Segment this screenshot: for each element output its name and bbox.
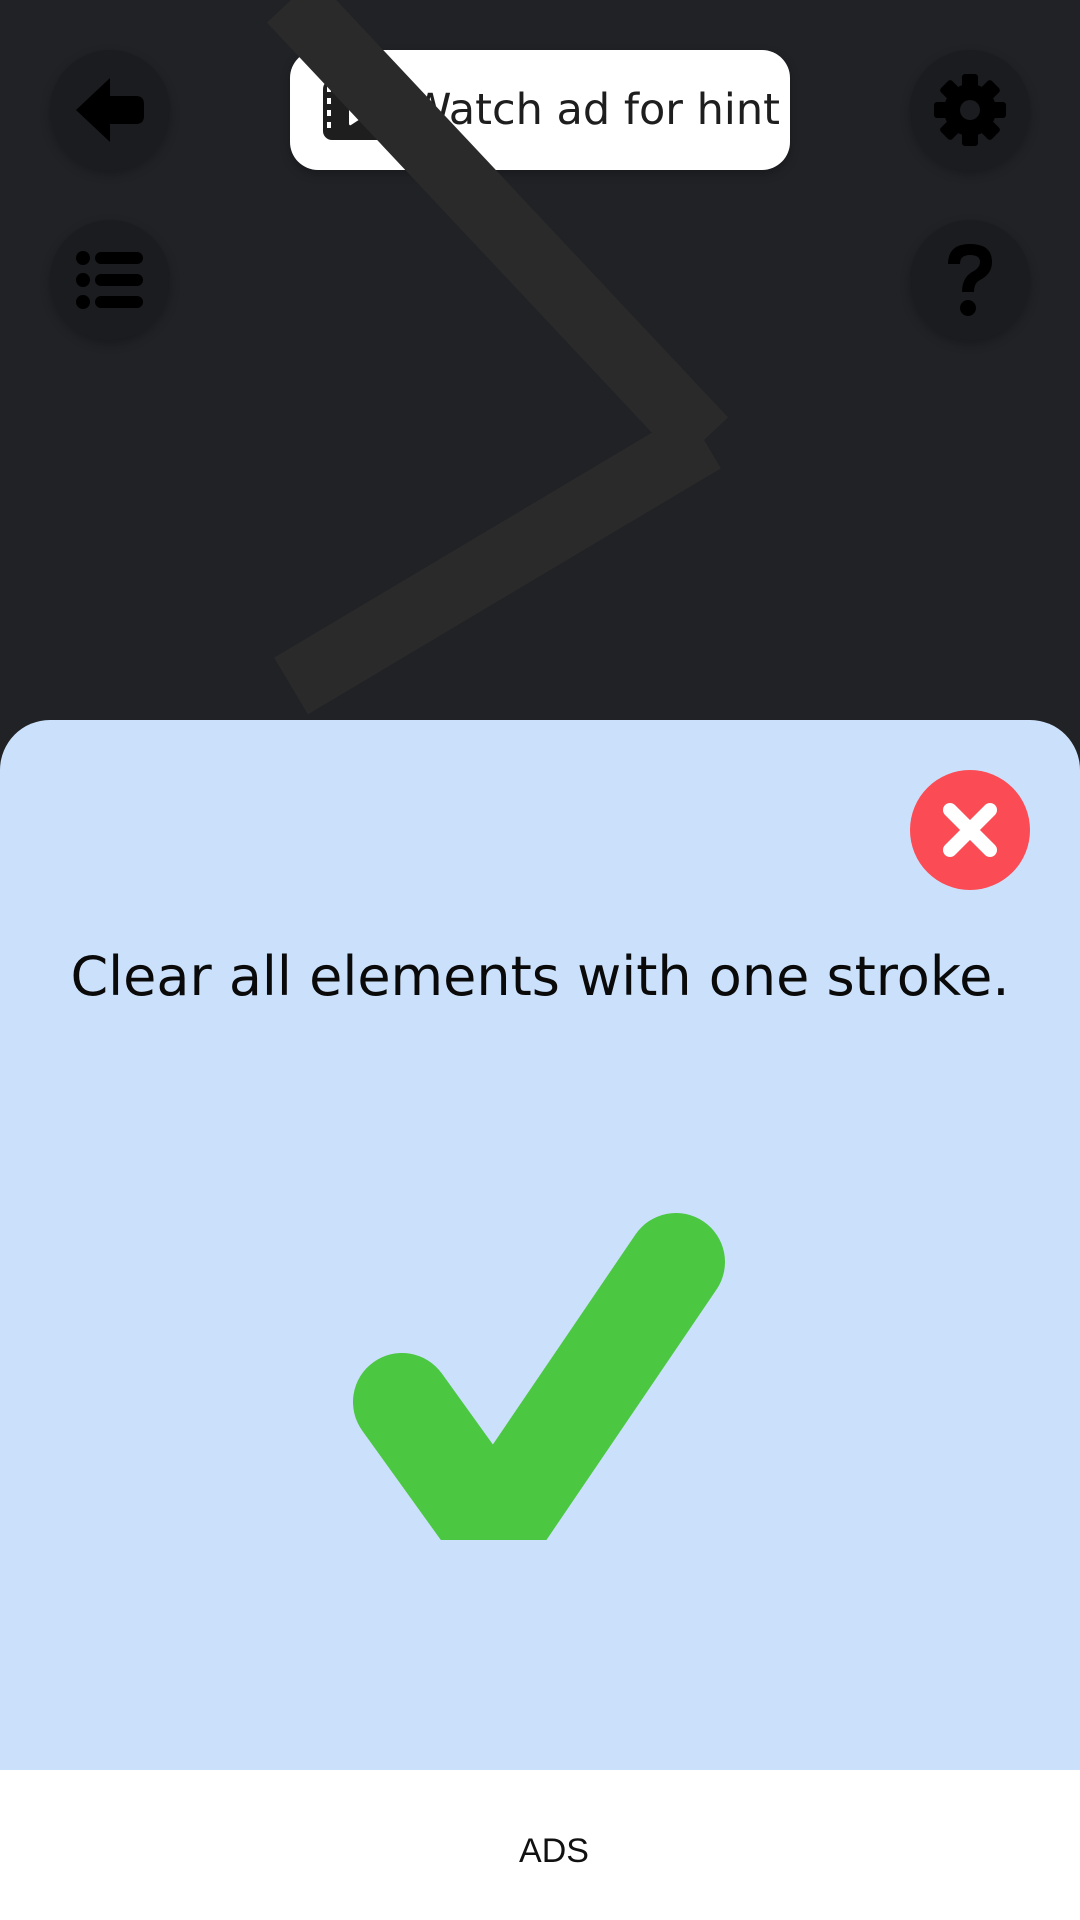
ad-label: ADS: [519, 1832, 589, 1870]
game-area: Watch ad for hint: [0, 0, 1080, 760]
close-button[interactable]: [910, 770, 1030, 890]
result-panel: Clear all elements with one stroke.: [0, 720, 1080, 1770]
result-message: Clear all elements with one stroke.: [70, 945, 1010, 1008]
checkmark-icon: [353, 1213, 725, 1540]
puzzle-stroke-line: [266, 0, 729, 715]
close-icon: [943, 803, 997, 857]
